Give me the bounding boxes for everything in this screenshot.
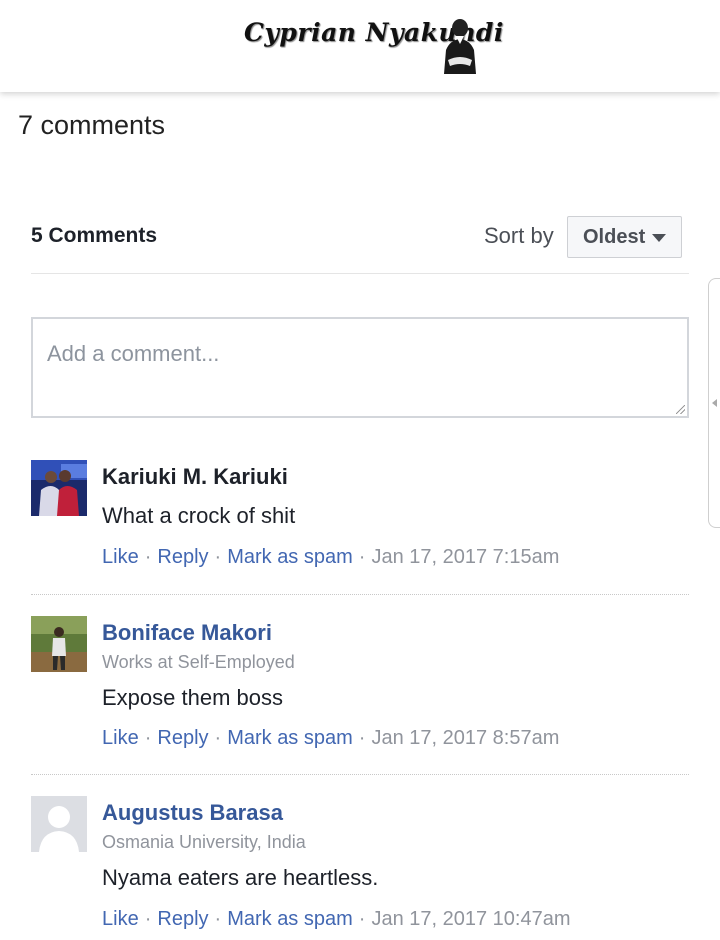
page-comments-count: 7 comments	[18, 110, 166, 140]
comment-divider	[31, 774, 689, 775]
comment-timestamp[interactable]: Jan 17, 2017 7:15am	[371, 546, 559, 568]
comments-count-title: 5 Comments	[31, 224, 158, 247]
comment-input[interactable]	[33, 319, 687, 416]
comments-plugin: 5 Comments Sort by Oldest Kariuki M. Kar…	[31, 210, 689, 930]
mark-spam-link[interactable]: Mark as spam	[227, 727, 353, 749]
comments-header: 5 Comments Sort by Oldest	[31, 210, 689, 274]
site-header: Cyprian Nyakundi	[0, 0, 720, 92]
avatar[interactable]	[31, 616, 87, 672]
avatar-photo-icon	[31, 616, 87, 672]
like-link[interactable]: Like	[102, 908, 139, 930]
comment-item: Kariuki M. Kariuki What a crock of shit …	[31, 460, 689, 570]
default-avatar-icon	[31, 796, 87, 852]
commenter-name: Kariuki M. Kariuki	[102, 464, 288, 489]
comment-actions: Like · Reply · Mark as spam · Jan 17, 2017 8:5…	[102, 727, 560, 749]
sort-selected-value: Oldest	[583, 226, 646, 248]
chevron-left-icon	[712, 399, 717, 407]
sort-label: Sort by	[484, 223, 554, 248]
avatar-photo-icon	[31, 460, 87, 516]
comment-actions: Like · Reply · Mark as spam · Jan 17, 2017 7:1…	[102, 546, 560, 568]
comment-text: Expose them boss	[102, 685, 283, 710]
commenter-subtitle: Osmania University, India	[102, 832, 306, 852]
sort-dropdown[interactable]: Oldest	[567, 216, 682, 258]
commenter-name-link[interactable]: Boniface Makori	[102, 620, 272, 646]
comment-text: Nyama eaters are heartless.	[102, 865, 379, 890]
site-logo[interactable]: Cyprian Nyakundi	[244, 14, 503, 76]
comment-timestamp[interactable]: Jan 17, 2017 10:47am	[371, 908, 570, 930]
comment-input-box	[31, 317, 689, 418]
side-panel-handle[interactable]	[708, 278, 720, 528]
resize-handle-icon[interactable]	[676, 405, 685, 414]
reply-link[interactable]: Reply	[157, 727, 208, 749]
caret-down-icon	[652, 234, 666, 242]
comment-actions: Like · Reply · Mark as spam · Jan 17, 2017 10:…	[102, 908, 571, 930]
like-link[interactable]: Like	[102, 727, 139, 749]
like-link[interactable]: Like	[102, 546, 139, 568]
commenter-subtitle: Works at Self-Employed	[102, 652, 295, 672]
comment-text: What a crock of shit	[102, 503, 296, 528]
commenter-name-link[interactable]: Augustus Barasa	[102, 800, 283, 826]
mark-spam-link[interactable]: Mark as spam	[227, 546, 353, 568]
comment-item: Boniface Makori Works at Self-Employed E…	[31, 616, 689, 756]
comment-timestamp[interactable]: Jan 17, 2017 8:57am	[371, 727, 559, 749]
mark-spam-link[interactable]: Mark as spam	[227, 908, 353, 930]
avatar[interactable]	[31, 460, 87, 516]
logo-portrait-icon	[444, 19, 476, 74]
avatar[interactable]	[31, 796, 87, 852]
comment-item: Augustus Barasa Osmania University, Indi…	[31, 796, 689, 936]
reply-link[interactable]: Reply	[157, 908, 208, 930]
comment-divider	[31, 594, 689, 595]
reply-link[interactable]: Reply	[157, 546, 208, 568]
